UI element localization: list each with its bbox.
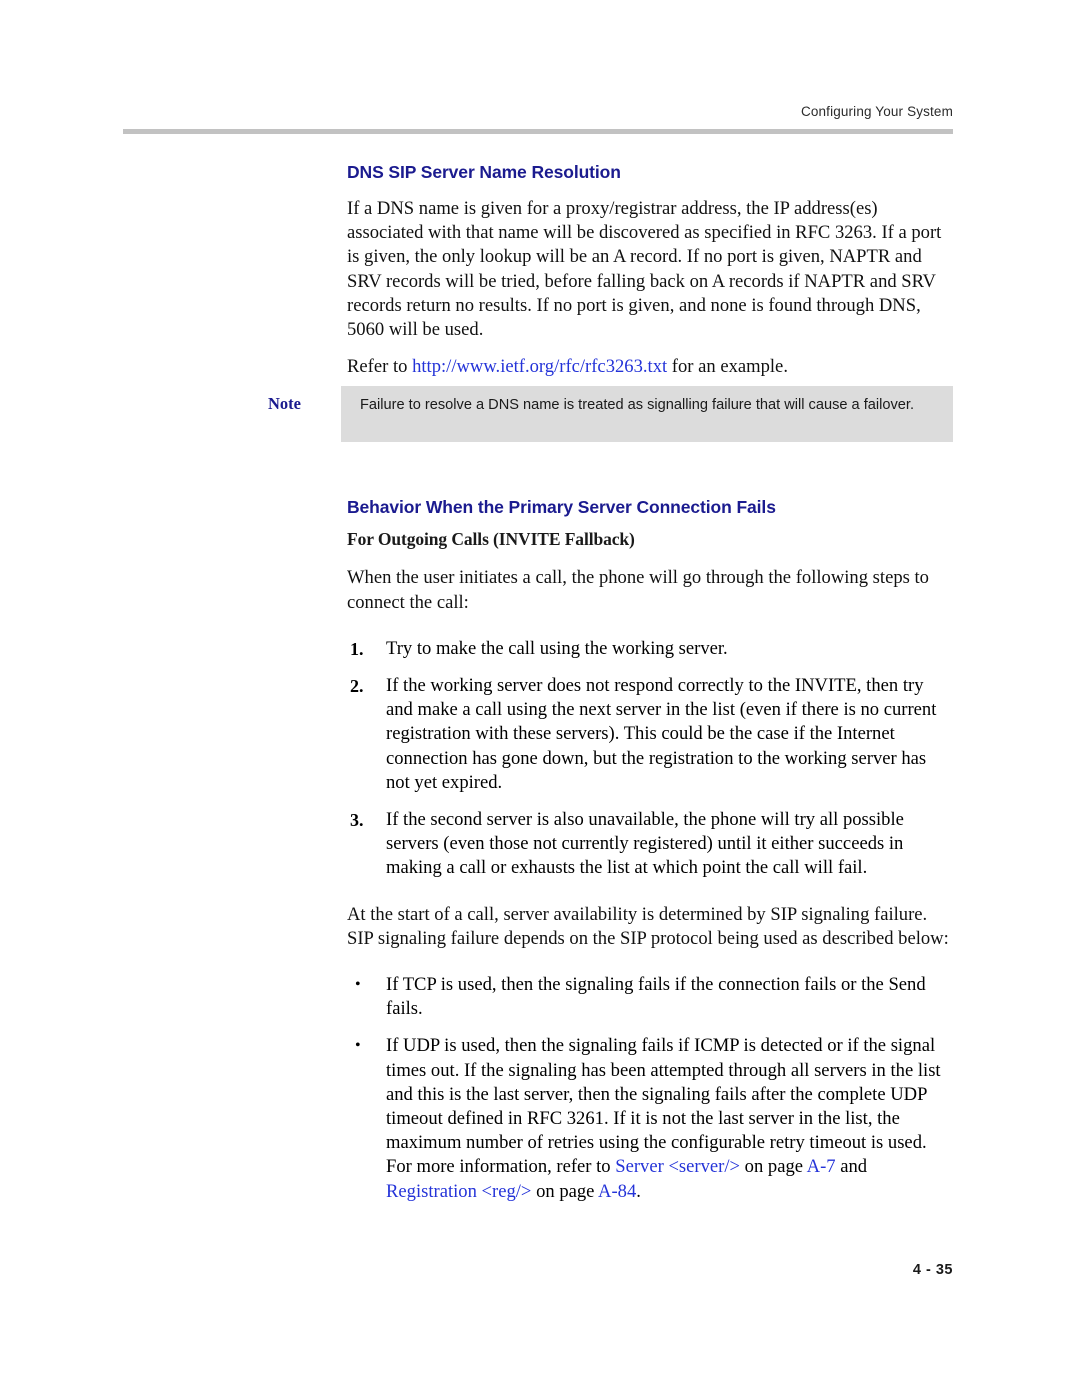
bullet-text: If TCP is used, then the signaling fails…	[386, 974, 926, 1020]
dns-paragraph: If a DNS name is given for a proxy/regis…	[347, 198, 942, 341]
invite-fallback-steps: 1. Try to make the call using the workin…	[347, 637, 954, 881]
step-number: 3.	[350, 810, 364, 831]
step-text: If the second server is also unavailable…	[386, 809, 904, 879]
xref-registration-link[interactable]: Registration <reg/>	[386, 1181, 531, 1202]
header-rule	[123, 129, 953, 134]
step-number: 1.	[350, 638, 364, 659]
behavior-intro-paragraph: When the user initiates a call, the phon…	[347, 567, 929, 613]
step-text: If the working server does not respond c…	[386, 675, 937, 793]
udp-mid-2: and	[835, 1156, 868, 1178]
list-item: 2. If the working server does not respon…	[347, 674, 954, 795]
document-page: Configuring Your System DNS SIP Server N…	[0, 0, 1080, 1397]
signaling-failure-bullets: • If TCP is used, then the signaling fai…	[347, 973, 954, 1204]
note-label: Note	[268, 394, 301, 413]
bullet-marker: •	[355, 1037, 361, 1055]
availability-paragraph: At the start of a call, server availabil…	[347, 903, 949, 949]
refer-suffix: for an example.	[667, 356, 788, 378]
list-item: 1. Try to make the call using the workin…	[347, 637, 954, 661]
step-number: 2.	[350, 676, 364, 697]
section-heading-behavior: Behavior When the Primary Server Connect…	[347, 497, 776, 518]
list-item: 3. If the second server is also unavaila…	[347, 808, 954, 881]
xref-page-a7-link[interactable]: A-7	[807, 1156, 836, 1177]
refer-line: Refer to http://www.ietf.org/rfc/rfc3263…	[347, 355, 954, 379]
refer-prefix: Refer to	[347, 356, 413, 378]
note-text: Failure to resolve a DNS name is treated…	[360, 397, 915, 413]
page-number: 4 - 35	[912, 1262, 953, 1278]
bullet-text: If UDP is used, then the signaling fails…	[386, 1035, 941, 1201]
list-item: • If TCP is used, then the signaling fai…	[347, 973, 954, 1021]
udp-mid-3: on page	[531, 1180, 599, 1202]
subheading-outgoing-calls: For Outgoing Calls (INVITE Fallback)	[347, 529, 635, 550]
page-content: DNS SIP Server Name Resolution If a DNS …	[347, 162, 954, 1217]
xref-page-a84-link[interactable]: A-84	[598, 1181, 636, 1202]
section-heading-dns: DNS SIP Server Name Resolution	[347, 162, 621, 182]
udp-mid-1: on page	[740, 1156, 807, 1178]
step-text: Try to make the call using the working s…	[386, 637, 728, 659]
ietf-rfc-link[interactable]: http://www.ietf.org/rfc/rfc3263.txt	[412, 356, 667, 377]
xref-server-link[interactable]: Server <server/>	[615, 1156, 740, 1177]
running-header: Configuring Your System	[800, 104, 953, 119]
list-item: • If UDP is used, then the signaling fai…	[347, 1034, 954, 1203]
udp-end: .	[636, 1180, 641, 1202]
bullet-marker: •	[355, 976, 361, 994]
